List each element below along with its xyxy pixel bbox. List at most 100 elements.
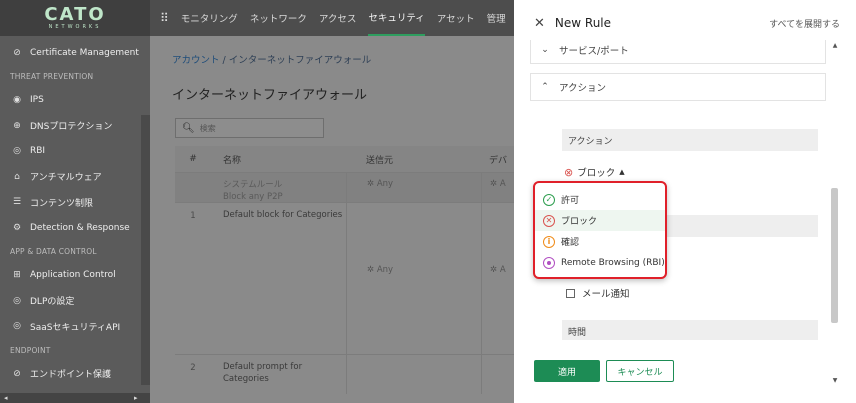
sidebar-item-certificate-management[interactable]: ⊘ Certificate Management (0, 40, 150, 66)
section-label: アクション (559, 83, 607, 94)
apps-icon: ⊞ (13, 270, 21, 281)
ips-icon: ◉ (13, 95, 21, 106)
logo-sub-text: NETWORKS (48, 23, 102, 30)
section-action[interactable]: ⌃ アクション (530, 73, 826, 101)
table-row[interactable]: 1 Default block for Categories ✲ Any ✲ A (175, 202, 514, 354)
breadcrumb-account-link[interactable]: アカウント (172, 55, 220, 66)
tab-access[interactable]: アクセス (319, 0, 357, 36)
dropdown-item-block[interactable]: ✕ ブロック (535, 210, 665, 231)
row-number: 1 (190, 211, 196, 221)
search-icon: 🔍︎ (182, 122, 195, 134)
panel-scrollbar[interactable]: ▲ ▼ (830, 40, 840, 390)
x-circle-icon: ✕ (543, 214, 555, 227)
row-device (481, 355, 514, 394)
row-name-line2: Block any P2P (223, 192, 283, 202)
action-dropdown-menu: ✓ 許可 ✕ ブロック i 確認 Remote Browsing (RBI) (533, 181, 667, 279)
dropdown-item-label: ブロック (561, 217, 598, 227)
sidebar-item-application-control[interactable]: ⊞ Application Control (0, 263, 150, 289)
table-header: # 名称 送信元 デバ (175, 146, 514, 172)
rules-table: # 名称 送信元 デバ システムルール Block any P2P ✲ Any … (175, 146, 514, 394)
cancel-button[interactable]: キャンセル (606, 360, 674, 382)
dropdown-item-allow[interactable]: ✓ 許可 (535, 189, 665, 210)
dlp-icon: ◎ (13, 295, 21, 306)
sidebar-horizontal-scrollbar[interactable]: ◂ ▸ (0, 393, 150, 403)
logo[interactable]: CATO NETWORKS (0, 0, 150, 36)
sidebar-item-detection-response[interactable]: ⚙ Detection & Response (0, 215, 150, 241)
sidebar-scrollbar[interactable] (141, 115, 150, 385)
row-number: 2 (190, 363, 196, 373)
column-header-source[interactable]: 送信元 (346, 153, 481, 166)
email-notification-option[interactable]: メール通知 (566, 286, 630, 300)
row-name-line1: システムルール (223, 180, 283, 190)
dropdown-item-rbi[interactable]: Remote Browsing (RBI) (535, 252, 665, 273)
sidebar-item-dns-protection[interactable]: ⊕ DNSプロテクション (0, 113, 150, 139)
check-circle-icon: ✓ (543, 193, 555, 206)
time-field-label: 時間 (562, 320, 818, 340)
scroll-up-icon[interactable]: ▲ (830, 42, 840, 49)
scroll-left-icon[interactable]: ◂ (4, 393, 8, 403)
sidebar: CATO NETWORKS ⊘ Certificate Management T… (0, 0, 150, 403)
sidebar-item-label: IPS (30, 95, 44, 106)
app-grid-icon[interactable]: ⠿ (160, 11, 169, 25)
sidebar-item-rbi[interactable]: ◎ RBI (0, 139, 150, 165)
row-name: システムルール Block any P2P (211, 173, 346, 202)
sidebar-item-label: DNSプロテクション (30, 122, 113, 133)
sidebar-section-endpoint: ENDPOINT (10, 345, 51, 355)
search-input[interactable] (199, 123, 310, 133)
section-service-port[interactable]: ⌄ サービス/ポート (530, 40, 826, 64)
tab-network[interactable]: ネットワーク (250, 0, 307, 36)
email-notification-checkbox[interactable] (566, 288, 575, 298)
gear-icon: ⚙ (12, 222, 22, 233)
scroll-right-icon[interactable]: ▸ (134, 393, 138, 403)
tab-admin[interactable]: 管理 (487, 0, 506, 36)
apply-button[interactable]: 適用 (534, 360, 600, 382)
panel-title: New Rule (554, 16, 612, 30)
sidebar-section-app-data-control: APP & DATA CONTROL (10, 247, 97, 256)
panel-footer: 適用 キャンセル (514, 350, 856, 403)
table-row[interactable]: システムルール Block any P2P ✲ Any ✲ A (175, 172, 514, 202)
sidebar-item-content-restriction[interactable]: ☰ コンテンツ制限 (0, 190, 150, 216)
block-icon: ⊗ (564, 165, 574, 179)
info-circle-icon: i (543, 235, 555, 248)
saas-icon: ◎ (13, 321, 21, 332)
column-header-name[interactable]: 名称 (211, 153, 346, 166)
panel-scrollbar-thumb[interactable] (831, 188, 838, 323)
sidebar-item-endpoint-protection[interactable]: ⊘ エンドポイント保護 (0, 361, 150, 387)
sidebar-item-label: RBI (30, 146, 46, 157)
action-selected-value: ブロック (577, 168, 616, 179)
rbi-icon: ◎ (13, 146, 21, 157)
logo-main-text: CATO (44, 3, 106, 25)
table-row[interactable]: 2 Default prompt for Categories (175, 354, 514, 394)
column-header-device[interactable]: デバ (481, 153, 514, 166)
close-icon[interactable]: ✕ (534, 16, 545, 31)
sidebar-item-ips[interactable]: ◉ IPS (0, 88, 150, 114)
sidebar-item-dlp-settings[interactable]: ◎ DLPの設定 (0, 288, 150, 314)
dropdown-item-label: 許可 (561, 196, 580, 206)
expand-all-link[interactable]: すべてを展開する (769, 17, 840, 30)
globe-icon: ⊕ (13, 120, 21, 131)
breadcrumb-current: インターネットファイアウォール (228, 55, 372, 66)
tab-security[interactable]: セキュリティ (368, 0, 425, 36)
row-name: Default prompt for Categories (211, 355, 346, 394)
action-select[interactable]: ⊗ ブロック ▲ (564, 165, 625, 180)
row-name-line1: Default block for Categories (223, 210, 343, 220)
tab-assets[interactable]: アセット (437, 0, 475, 36)
search-box: 🔍︎ (175, 118, 324, 138)
dropdown-item-label: Remote Browsing (RBI) (561, 257, 665, 268)
tab-monitoring[interactable]: モニタリング (181, 0, 238, 36)
sidebar-item-anti-malware[interactable]: ⌂ アンチマルウェア (0, 164, 150, 190)
sidebar-item-label: SaaSセキュリティAPI (30, 322, 121, 333)
row-device: ✲ A (481, 173, 514, 202)
sidebar-item-label: エンドポイント保護 (30, 370, 112, 381)
breadcrumb: アカウント / インターネットファイアウォール (172, 52, 371, 66)
shield-icon: ⌂ (14, 171, 20, 182)
dropdown-item-label: 確認 (561, 238, 580, 248)
breadcrumb-separator: / (219, 55, 229, 66)
chevron-down-icon: ⌄ (541, 45, 549, 55)
page-title: インターネットファイアウォール (172, 88, 368, 103)
dropdown-item-prompt[interactable]: i 確認 (535, 231, 665, 252)
sidebar-item-saas-security-api[interactable]: ◎ SaaSセキュリティAPI (0, 314, 150, 340)
email-notification-label: メール通知 (582, 289, 630, 300)
row-name: Default block for Categories (211, 203, 346, 354)
row-name-line1: Default prompt for (223, 362, 303, 372)
